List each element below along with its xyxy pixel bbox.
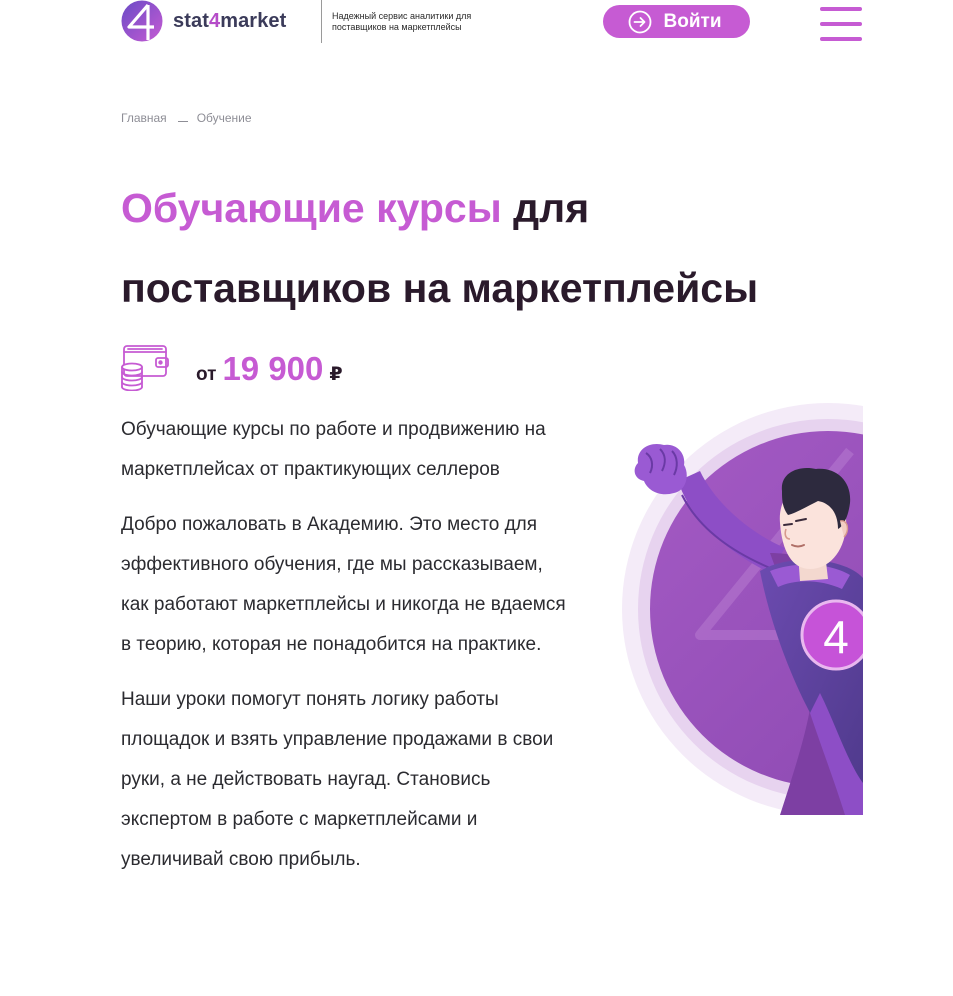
superhero-illustration: 4	[620, 403, 863, 815]
menu-bar	[820, 37, 862, 41]
breadcrumb-current: Обучение	[196, 111, 252, 125]
intro-paragraph: Добро пожаловать в Академию. Это место д…	[121, 514, 566, 655]
breadcrumb-home-link[interactable]: Главная	[121, 111, 167, 125]
login-label: Войти	[663, 10, 722, 32]
login-arrow-icon	[628, 10, 651, 33]
breadcrumb-separator	[177, 120, 188, 122]
header-tagline: Надежный сервис аналитики для поставщико…	[332, 11, 472, 32]
menu-bar	[820, 22, 862, 26]
site-header: stat4market Надежный сервис аналитики дл…	[0, 0, 953, 48]
hamburger-menu-icon[interactable]	[820, 6, 862, 42]
price-currency: ₽	[329, 364, 343, 385]
login-button[interactable]: Войти	[603, 5, 750, 38]
breadcrumb: Главная Обучение	[121, 111, 252, 125]
intro-paragraph: Наши уроки помогут понять логику работы …	[121, 689, 554, 870]
page-title: Обучающие курсы для поставщиков на марке…	[121, 168, 841, 328]
page-title-accent: Обучающие курсы	[121, 185, 502, 231]
price-from: от	[196, 364, 217, 385]
page: stat4market Надежный сервис аналитики дл…	[0, 0, 953, 996]
superhero-image: 4	[622, 403, 863, 815]
header-divider	[321, 0, 322, 43]
intro-paragraph: Обучающие курсы по работе и продвижению …	[121, 419, 546, 480]
logo-text: stat4market	[173, 9, 287, 32]
wallet-coins-icon	[121, 345, 169, 391]
price-row: от 19 900 ₽	[120, 342, 343, 392]
logo-mark-icon	[121, 0, 163, 42]
menu-bar	[820, 7, 862, 11]
price: от 19 900 ₽	[196, 350, 343, 388]
intro-text: Обучающие курсы по работе и продвижению …	[121, 410, 571, 895]
price-amount: 19 900	[222, 350, 324, 387]
site-logo[interactable]: stat4market	[121, 0, 286, 42]
hero-badge-digit: 4	[823, 611, 849, 663]
